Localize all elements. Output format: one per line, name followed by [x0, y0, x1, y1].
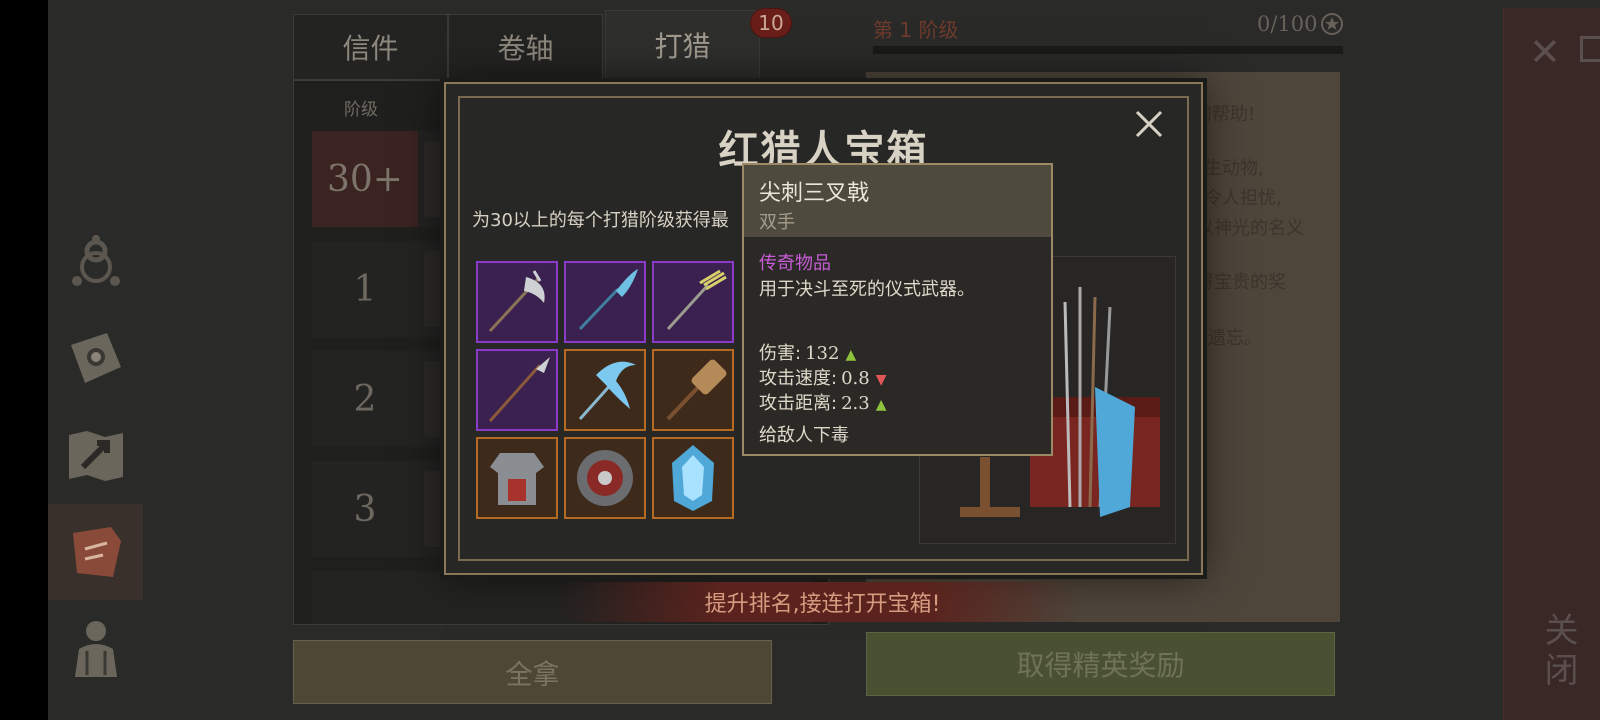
sidebar	[48, 200, 143, 720]
close-icon[interactable]: ✕	[1529, 30, 1561, 74]
reward-item[interactable]	[564, 261, 646, 343]
ladder-tier: 30+	[312, 131, 418, 227]
tab-letters[interactable]: 信件	[293, 14, 448, 80]
sidebar-guild-icon[interactable]	[48, 214, 143, 310]
item-tooltip: 尖刺三叉戟 双手 传奇物品 用于决斗至死的仪式武器。 伤害: 132 ▲ 攻击速度:…	[742, 163, 1053, 456]
halberd-axe-icon	[488, 270, 545, 333]
stat-up-arrow-icon: ▲	[845, 347, 857, 363]
sidebar-spellbook-icon[interactable]	[48, 312, 143, 408]
stat-label: 伤害:	[759, 343, 802, 364]
notification-badge: 10	[750, 8, 792, 38]
glaive-icon	[578, 269, 638, 331]
sidebar-map-icon[interactable]	[48, 408, 143, 504]
stat-down-arrow-icon: ▼	[875, 372, 887, 388]
spear-icon	[488, 357, 550, 422]
trident-icon	[666, 269, 727, 331]
star-icon	[1321, 13, 1343, 35]
sidebar-character-icon[interactable]	[48, 600, 143, 696]
item-description: 用于决斗至死的仪式武器。	[759, 279, 975, 300]
reward-item[interactable]	[652, 261, 734, 343]
reward-item[interactable]	[476, 349, 558, 431]
reward-item[interactable]	[476, 437, 558, 519]
ladder-header-tier: 阶级	[344, 100, 378, 120]
stage-label: 第 1 阶级	[873, 18, 959, 42]
stat-attack-speed: 攻击速度: 0.8 ▼	[759, 364, 887, 390]
item-hand-type: 双手	[759, 212, 795, 233]
modal-description: 为30以上的每个打猎阶级获得最	[472, 210, 729, 231]
parchment-line: 的帮助!	[1194, 104, 1256, 125]
item-name: 尖刺三叉戟	[759, 181, 870, 206]
item-rarity: 传奇物品	[759, 253, 831, 274]
stat-label: 攻击速度:	[759, 368, 838, 389]
tab-hunting[interactable]: 打猎	[605, 10, 760, 80]
warhammer-icon	[666, 359, 727, 421]
window-icon[interactable]	[1580, 36, 1600, 62]
plate-armor-icon	[490, 453, 544, 505]
ladder-tier: 2	[353, 378, 377, 420]
tab-scrolls[interactable]: 卷轴	[448, 14, 603, 80]
item-effect: 给敌人下毒	[759, 425, 849, 446]
modal-close-icon[interactable]	[1129, 104, 1169, 144]
collect-all-button[interactable]: 全拿	[293, 640, 772, 704]
reward-item[interactable]	[652, 349, 734, 431]
stat-value: 0.8	[841, 368, 870, 389]
stat-label: 攻击距离:	[759, 393, 838, 414]
parchment-line: 以神光的名义	[1196, 218, 1304, 239]
stat-attack-range: 攻击距离: 2.3 ▲	[759, 389, 887, 415]
crescent-glaive-icon	[578, 361, 636, 421]
sidebar-scroll-icon[interactable]	[48, 504, 143, 600]
stage-count: 0/100	[1257, 12, 1318, 36]
stat-damage: 伤害: 132 ▲	[759, 339, 856, 365]
ice-crystal-helm-icon	[672, 445, 714, 511]
stat-value: 132	[805, 343, 840, 364]
ladder-tier: 3	[353, 488, 377, 530]
letterbox	[0, 0, 48, 720]
reward-item[interactable]	[564, 437, 646, 519]
stage-progress-bar	[873, 46, 1343, 54]
elite-reward-button[interactable]: 取得精英奖励	[866, 632, 1335, 696]
ladder-tier: 1	[353, 268, 377, 310]
parchment-line: 得宝贵的奖	[1196, 272, 1286, 293]
close-vertical-label[interactable]: 关闭	[1534, 612, 1583, 692]
stat-value: 2.3	[841, 393, 870, 414]
reward-item[interactable]	[476, 261, 558, 343]
rank-up-banner: 提升排名,接连打开宝箱!	[560, 582, 1085, 622]
stat-up-arrow-icon: ▲	[875, 397, 887, 413]
reward-item[interactable]	[652, 437, 734, 519]
spiked-shield-icon	[577, 450, 633, 506]
tab-bar: 信件 卷轴 打猎	[293, 10, 773, 80]
reward-item[interactable]	[564, 349, 646, 431]
